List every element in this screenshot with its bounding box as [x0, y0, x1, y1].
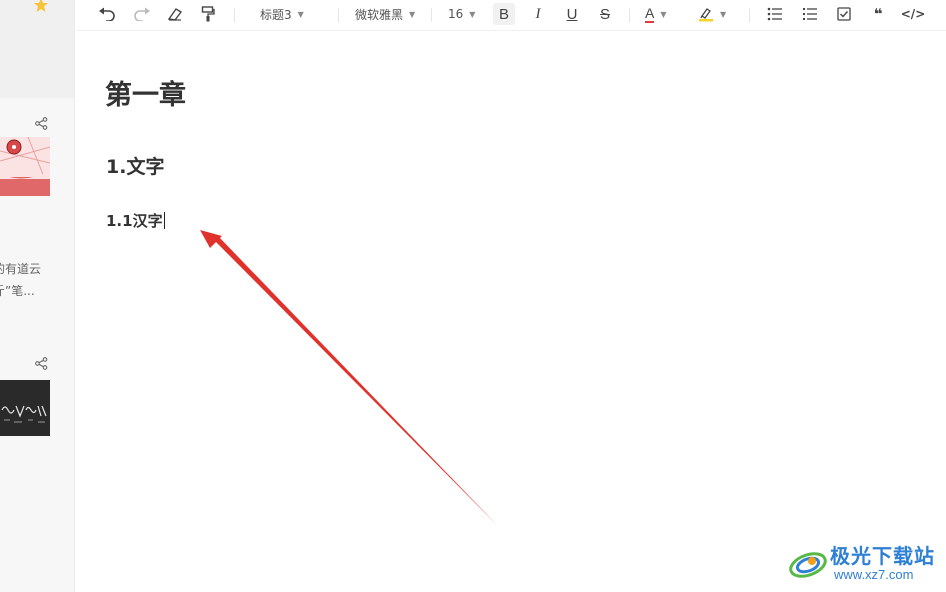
watermark: 极光下载站 www.xz7.com — [788, 538, 940, 586]
bold-button[interactable]: B — [493, 3, 515, 25]
watermark-url: www.xz7.com — [834, 567, 914, 582]
format-painter-button[interactable] — [197, 3, 219, 25]
text-cursor — [163, 212, 165, 229]
watermark-title: 极光下载站 — [830, 544, 935, 568]
bullet-list-icon — [767, 7, 782, 21]
code-block-button[interactable]: </> — [900, 3, 926, 25]
heading-3[interactable]: 1.1汉字 — [106, 210, 165, 232]
toolbar-separator — [431, 8, 432, 22]
italic-button[interactable]: I — [527, 3, 549, 25]
heading-2[interactable]: 1.文字 — [106, 154, 164, 180]
note-snippet-line: 斤”笔... — [0, 284, 35, 298]
quote-button[interactable]: ❝ — [867, 3, 889, 25]
heading-1[interactable]: 第一章 — [105, 78, 186, 114]
note-thumbnail[interactable] — [0, 137, 50, 196]
checkbox-icon — [837, 7, 851, 21]
editor-toolbar: 标题3 ▼ 微软雅黑 ▼ 16 ▼ B I U S A ▼ ▼ ❝ </> — [76, 0, 946, 31]
heading-style-dropdown[interactable]: 标题3 ▼ — [260, 3, 326, 25]
font-size-value: 16 — [448, 7, 464, 21]
strikethrough-button[interactable]: S — [594, 3, 616, 25]
chevron-down-icon: ▼ — [660, 9, 667, 19]
note-list-sidebar: 的有道云 斤”笔... — [0, 0, 75, 592]
quote-icon: ❝ — [873, 5, 883, 23]
bold-icon: B — [498, 5, 509, 23]
clear-format-button[interactable] — [164, 3, 186, 25]
underline-button[interactable]: U — [561, 3, 583, 25]
undo-button[interactable] — [96, 3, 118, 25]
chevron-down-icon: ▼ — [297, 9, 304, 19]
chevron-down-icon: ▼ — [720, 9, 727, 19]
numbered-list-button[interactable] — [799, 3, 821, 25]
note-snippet-line: 的有道云 — [0, 262, 42, 276]
editor-content-area[interactable]: 第一章 1.文字 1.1汉字 — [76, 32, 946, 592]
bullet-list-button[interactable] — [764, 3, 786, 25]
toolbar-separator — [749, 8, 750, 22]
heading-2-text: 1.文字 — [106, 156, 165, 178]
toolbar-separator — [234, 8, 235, 22]
share-icon[interactable] — [35, 357, 48, 370]
strikethrough-icon: S — [599, 5, 610, 23]
redo-button[interactable] — [131, 3, 153, 25]
note-list-selected-item[interactable] — [0, 0, 74, 98]
app-window: 的有道云 斤”笔... — [0, 0, 946, 592]
toolbar-separator — [629, 8, 630, 22]
font-family-value: 微软雅黑 — [355, 7, 404, 22]
font-color-button[interactable]: A ▼ — [645, 3, 685, 25]
heading-3-text: 1.1汉字 — [106, 212, 163, 230]
undo-icon — [99, 7, 115, 21]
heading-1-text: 第一章 — [105, 80, 186, 111]
redo-icon — [134, 7, 150, 21]
italic-icon: I — [535, 5, 541, 22]
font-family-dropdown[interactable]: 微软雅黑 ▼ — [355, 3, 421, 25]
watermark-logo-icon — [789, 552, 827, 578]
font-color-icon: A — [645, 4, 655, 23]
note-thumbnail[interactable] — [0, 380, 50, 436]
highlighter-icon — [699, 8, 713, 22]
checklist-button[interactable] — [833, 3, 855, 25]
code-icon: </> — [900, 7, 926, 21]
underline-icon: U — [566, 5, 578, 23]
format-painter-icon — [201, 6, 215, 22]
toolbar-separator — [338, 8, 339, 22]
highlight-color-button[interactable]: ▼ — [698, 3, 738, 25]
chevron-down-icon: ▼ — [469, 9, 476, 19]
numbered-list-icon — [803, 8, 817, 20]
chevron-down-icon: ▼ — [409, 9, 416, 19]
star-icon[interactable] — [33, 0, 49, 13]
eraser-icon — [167, 8, 183, 21]
share-icon[interactable] — [35, 117, 48, 130]
heading-style-value: 标题3 — [260, 7, 292, 22]
font-size-dropdown[interactable]: 16 ▼ — [448, 3, 482, 25]
